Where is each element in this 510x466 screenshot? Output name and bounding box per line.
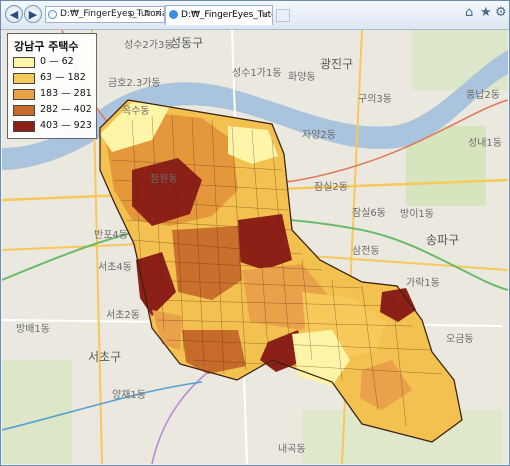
district-label: 풍납2동 xyxy=(466,90,500,101)
district-label: 서초구 xyxy=(88,350,122,364)
legend-item: 63 — 182 xyxy=(13,72,95,86)
district-label: 서초4동 xyxy=(98,262,132,273)
district-label: 자양2동 xyxy=(302,130,336,141)
legend-label: 183 — 281 xyxy=(40,88,92,99)
legend-swatch xyxy=(13,121,35,132)
district-label: 잠실6동 xyxy=(352,208,386,219)
back-icon: ◀ xyxy=(9,7,19,21)
legend-item: 0 — 62 xyxy=(13,56,95,70)
district-label: 잠실2동 xyxy=(314,182,348,193)
district-label: 잠원동 xyxy=(150,174,178,185)
legend-swatch xyxy=(13,105,35,116)
district-label: 광진구 xyxy=(320,57,354,71)
district-label: 송파구 xyxy=(426,233,460,247)
district-label: 서초2동 xyxy=(106,310,140,321)
district-label: 성수2가3동 xyxy=(124,40,174,51)
browser-toolbar: ◀ ▶ D:₩_FingerEyes_Tutorials ρ - ↻ × D:₩… xyxy=(1,1,509,30)
address-tools[interactable]: ρ - ↻ × xyxy=(129,6,162,23)
district-label: 방배1동 xyxy=(16,324,50,335)
forward-icon: ▶ xyxy=(28,7,38,21)
legend-label: 0 — 62 xyxy=(40,56,74,67)
legend-item: 183 — 281 xyxy=(13,88,95,102)
district-label: 삼전동 xyxy=(352,246,380,257)
back-button[interactable]: ◀ xyxy=(5,5,23,23)
district-label: 양재1동 xyxy=(112,390,146,401)
legend-swatch xyxy=(13,73,35,84)
tab-favicon-icon xyxy=(169,10,178,19)
legend-label: 403 — 923 xyxy=(40,120,92,131)
district-label: 반포4동 xyxy=(94,230,128,241)
legend-label: 63 — 182 xyxy=(40,72,86,83)
map-viewport[interactable]: 성동구 광진구 서초구 송파구 구의3동 자양2동 잠실2동 잠실6동 삼전동 … xyxy=(2,30,508,464)
legend-title: 강남구 주택수 xyxy=(14,40,79,53)
district-label: 내곡동 xyxy=(278,444,306,455)
tab-title: D:₩_FingerEyes_Tutorials_... xyxy=(181,10,272,20)
legend-item: 403 — 923 xyxy=(13,120,95,134)
tab-active[interactable]: D:₩_FingerEyes_Tutorials_... × xyxy=(165,5,273,25)
legend-swatch xyxy=(13,57,35,68)
district-label: 방이1동 xyxy=(400,209,434,220)
tab-close-button[interactable]: × xyxy=(261,6,269,24)
district-label: 성동구 xyxy=(170,36,204,50)
legend-swatch xyxy=(13,89,35,100)
legend-label: 282 — 402 xyxy=(40,104,92,115)
district-label: 화양동 xyxy=(288,72,316,83)
district-label: 금호2.3가동 xyxy=(108,78,161,89)
home-icon[interactable]: ⌂ xyxy=(465,5,473,20)
district-label: 성수1가1동 xyxy=(232,68,282,79)
district-label: 오금동 xyxy=(446,334,474,345)
map-legend: 강남구 주택수 0 — 62 63 — 182 183 — 281 282 — … xyxy=(7,33,97,139)
district-label: 옥수동 xyxy=(122,106,150,117)
favorites-star-icon[interactable]: ★ xyxy=(480,5,492,20)
gear-icon[interactable]: ⚙ xyxy=(495,5,507,20)
new-tab-button[interactable] xyxy=(276,9,290,22)
legend-item: 282 — 402 xyxy=(13,104,95,118)
district-label: 구의3동 xyxy=(358,94,392,105)
forward-button[interactable]: ▶ xyxy=(24,5,42,23)
district-label: 가락1동 xyxy=(406,278,440,289)
browser-window: ◀ ▶ D:₩_FingerEyes_Tutorials ρ - ↻ × D:₩… xyxy=(0,0,510,466)
page-icon xyxy=(48,10,57,19)
district-label: 성내1동 xyxy=(468,138,502,149)
